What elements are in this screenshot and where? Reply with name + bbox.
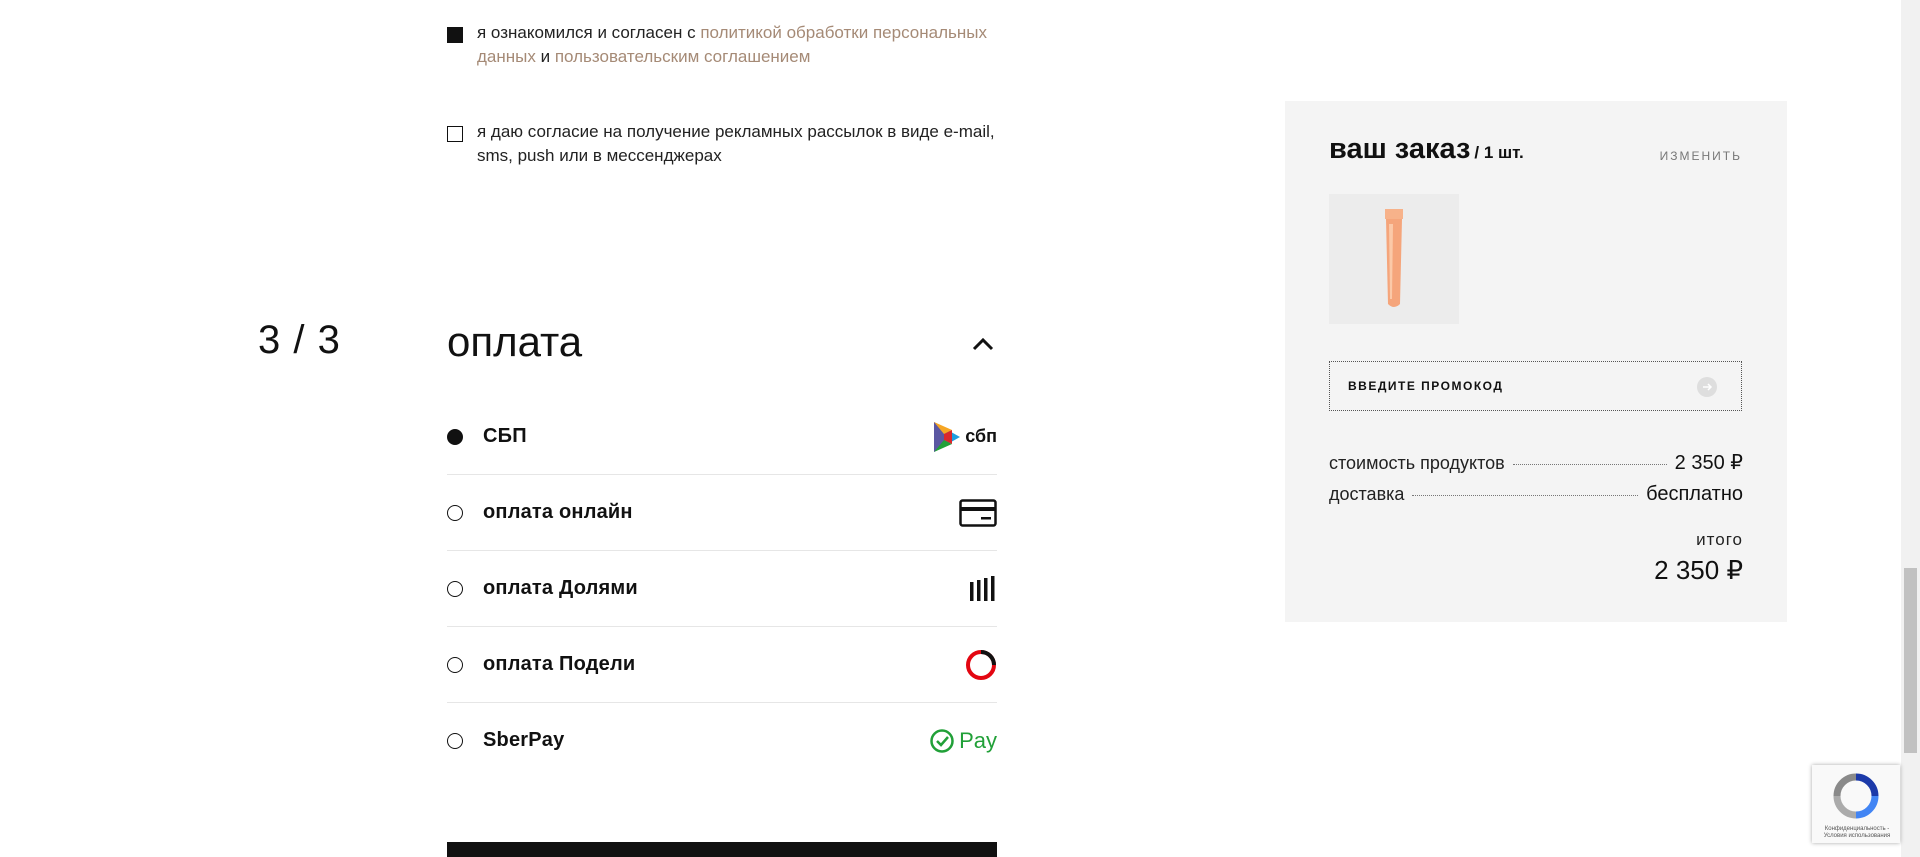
- promo-code-input[interactable]: ВВЕДИТЕ ПРОМОКОД: [1329, 361, 1742, 411]
- radio-sbp[interactable]: [447, 428, 463, 445]
- credit-card-icon: [959, 498, 997, 527]
- payment-methods-list: СБП сбп оплата онлайн оплата Долями опла…: [447, 399, 997, 778]
- product-thumbnail[interactable]: [1329, 194, 1459, 324]
- dotted-leader: [1512, 464, 1667, 465]
- promo-code-placeholder: ВВЕДИТЕ ПРОМОКОД: [1348, 379, 1504, 393]
- scrollbar-thumb[interactable]: [1904, 568, 1917, 753]
- payment-label-online: оплата онлайн: [483, 501, 633, 523]
- order-title-text: ваш заказ: [1329, 133, 1471, 165]
- summary-row-products: стоимость продуктов 2 350 ₽: [1329, 450, 1743, 475]
- podeli-icon: [965, 649, 997, 681]
- payment-label-sberpay: SberPay: [483, 729, 565, 751]
- total-value: 2 350 ₽: [1654, 555, 1743, 585]
- sbp-logo-icon: сбп: [932, 420, 997, 454]
- payment-label-dolyami: оплата Долями: [483, 577, 638, 599]
- dolyami-icon: [969, 575, 997, 602]
- page-scrollbar[interactable]: [1901, 0, 1920, 857]
- payment-label-podeli: оплата Подели: [483, 653, 636, 675]
- recaptcha-badge[interactable]: Конфиденциальность - Условия использован…: [1812, 765, 1900, 843]
- sbp-logo-text: сбп: [965, 426, 997, 446]
- summary-products-label: стоимость продуктов: [1329, 453, 1505, 473]
- consent-marketing-text: я даю согласие на получение рекламных ра…: [477, 122, 995, 165]
- payment-option-sberpay[interactable]: SberPay Pay: [447, 703, 997, 778]
- payment-option-podeli[interactable]: оплата Подели: [447, 627, 997, 703]
- payment-label-sbp: СБП: [483, 425, 527, 447]
- payment-option-sbp[interactable]: СБП сбп: [447, 399, 997, 475]
- summary-row-delivery: доставка бесплатно: [1329, 483, 1743, 506]
- recaptcha-privacy-terms[interactable]: Конфиденциальность - Условия использован…: [1816, 826, 1898, 840]
- section-title-payment: оплата: [447, 318, 583, 365]
- order-title: ваш заказ/ 1 шт.: [1329, 133, 1524, 166]
- summary-products-value: 2 350 ₽: [1674, 452, 1743, 474]
- payment-option-online[interactable]: оплата онлайн: [447, 475, 997, 551]
- radio-dolyami[interactable]: [447, 580, 463, 597]
- change-order-button[interactable]: ИЗМЕНИТЬ: [1660, 149, 1742, 163]
- submit-order-button[interactable]: [447, 842, 997, 857]
- radio-sberpay[interactable]: [447, 732, 463, 749]
- order-quantity: / 1 шт.: [1474, 143, 1524, 162]
- user-agreement-link[interactable]: пользовательским соглашением: [555, 47, 811, 66]
- summary-delivery-label: доставка: [1329, 484, 1405, 504]
- radio-online[interactable]: [447, 504, 463, 521]
- summary-delivery-value: бесплатно: [1646, 483, 1743, 505]
- consent-marketing-checkbox[interactable]: [447, 126, 463, 142]
- sberpay-logo-text: Pay: [959, 727, 997, 753]
- consent-text-before: я ознакомился и согласен с: [477, 23, 701, 42]
- product-tube-image: [1385, 209, 1403, 307]
- arrow-right-icon[interactable]: [1697, 377, 1717, 397]
- step-number: 3 / 3: [258, 318, 341, 362]
- consent-marketing: я даю согласие на получение рекламных ра…: [447, 120, 1007, 168]
- order-summary: ваш заказ/ 1 шт. ИЗМЕНИТЬ ВВЕДИТЕ ПРОМОК…: [1285, 101, 1787, 622]
- consent-personal-data-text: я ознакомился и согласен с политикой обр…: [477, 21, 1007, 69]
- radio-podeli[interactable]: [447, 656, 463, 673]
- consent-personal-data-checkbox[interactable]: [447, 27, 463, 43]
- payment-option-dolyami[interactable]: оплата Долями: [447, 551, 997, 627]
- sberpay-icon: Pay: [929, 728, 997, 754]
- dotted-leader: [1412, 495, 1639, 496]
- total-label: итого: [1696, 530, 1743, 549]
- recaptcha-icon: [1833, 773, 1879, 819]
- chevron-up-icon[interactable]: [972, 337, 994, 351]
- consent-personal-data: я ознакомился и согласен с политикой обр…: [447, 21, 1007, 69]
- consent-text-mid: и: [535, 47, 555, 66]
